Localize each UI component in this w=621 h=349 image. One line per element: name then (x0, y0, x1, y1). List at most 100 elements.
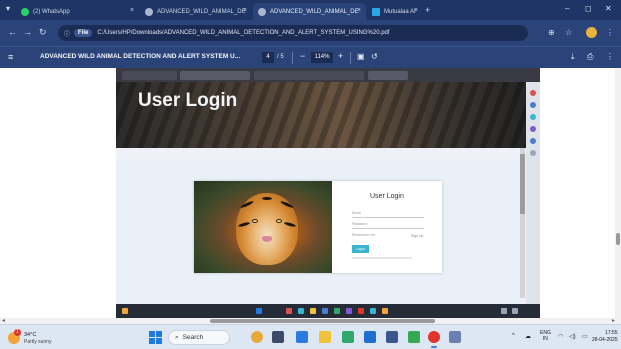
menu-icon[interactable]: ≡ (8, 52, 13, 62)
tab-search-icon[interactable]: ▾ (6, 4, 10, 13)
page-number-input[interactable]: 4 (262, 52, 274, 63)
viewer-scrollbar[interactable] (615, 68, 621, 318)
clock-date: 28-04-2025 (592, 337, 618, 343)
tiger-eye (252, 219, 258, 223)
zoom-input[interactable]: 114% (311, 52, 333, 63)
edge-icon[interactable] (296, 331, 308, 343)
windows-taskbar: 1 34°C Partly sunny ⌕ Search ^ ☁ ENG IN … (0, 324, 621, 349)
close-icon[interactable]: × (414, 7, 418, 14)
search-icon: ⌕ (175, 333, 179, 341)
zoom-icon[interactable]: ⊕ (548, 28, 555, 37)
login-button: Login (352, 245, 369, 253)
app-icon[interactable] (342, 331, 354, 343)
lang-bottom: IN (542, 336, 548, 342)
sidebar-dot (530, 138, 536, 144)
star-icon[interactable]: ☆ (565, 28, 572, 37)
sidebar-dot (530, 102, 536, 108)
login-form: User Login Email Password Remember me Si… (336, 181, 442, 273)
viewer-scroll-thumb[interactable] (616, 233, 620, 245)
embedded-tab (254, 71, 364, 80)
sidebar-dot (530, 126, 536, 132)
embedded-taskbar-icon (512, 308, 518, 314)
battery-icon[interactable]: ▭ (582, 333, 588, 340)
zoom-in-button[interactable]: + (338, 51, 343, 61)
tab-pdf-1[interactable]: ADVANCED_WILD_ANIMAL_DE × (140, 3, 252, 20)
chrome-icon[interactable] (428, 331, 440, 343)
download-icon[interactable]: ⤓ (571, 52, 575, 62)
store-icon[interactable] (364, 331, 376, 343)
fit-page-icon[interactable]: ▣ (357, 52, 365, 61)
zoom-out-button[interactable]: − (300, 51, 305, 61)
browser-tab-strip: ▾ (2) WhatsApp × ADVANCED_WILD_ANIMAL_DE… (0, 0, 621, 20)
fine-print (352, 257, 412, 259)
url-input[interactable]: ⓘ File C:/Users/HP/Downloads/ADVANCED_WI… (58, 25, 528, 41)
app-icon[interactable] (408, 331, 420, 343)
tiger-nose (262, 236, 272, 242)
embedded-scrollbar (520, 148, 525, 298)
language-indicator[interactable]: ENG IN (540, 330, 551, 342)
start-button[interactable] (149, 331, 162, 344)
app-icon (372, 7, 380, 16)
screen: ▾ (2) WhatsApp × ADVANCED_WILD_ANIMAL_DE… (0, 0, 621, 349)
forward-icon[interactable]: → (23, 27, 32, 37)
system-clock[interactable]: 17:55 28-04-2025 (592, 330, 618, 344)
tray-chevron-icon[interactable]: ^ (512, 333, 515, 339)
settings-icon[interactable] (386, 331, 398, 343)
tiger-stripe (262, 197, 272, 200)
tab-pdf-2[interactable]: ADVANCED_WILD_ANIMAL_DE × (253, 3, 366, 20)
close-window-icon[interactable]: ✕ (605, 4, 612, 13)
document-icon (145, 7, 153, 16)
close-icon[interactable]: × (243, 7, 247, 14)
document-icon (258, 7, 266, 16)
embedded-taskbar-icon (122, 308, 128, 314)
new-tab-button[interactable]: + (425, 5, 430, 15)
sidebar-dot (530, 90, 536, 96)
profile-avatar[interactable] (586, 27, 597, 38)
minimize-icon[interactable]: – (565, 4, 569, 13)
embedded-taskbar-icon (382, 308, 388, 314)
embedded-taskbar-icon (370, 308, 376, 314)
form-title: User Login (370, 193, 404, 200)
horizontal-scroll-thumb[interactable] (210, 319, 435, 323)
cloud-icon[interactable]: ☁ (525, 333, 531, 340)
print-icon[interactable]: ⎙ (587, 52, 593, 62)
whatsapp-icon (21, 7, 29, 16)
divider (292, 52, 293, 64)
tab-label: Mutualaa AI (384, 8, 416, 15)
embedded-tab (122, 71, 177, 80)
embedded-taskbar-icon (501, 308, 507, 314)
wifi-icon[interactable]: ◠ (558, 333, 563, 340)
embedded-tab (180, 71, 250, 80)
embedded-taskbar-icon (346, 308, 352, 314)
sidebar-dot (530, 150, 536, 156)
reload-icon[interactable]: ↻ (39, 27, 47, 38)
file-explorer-icon[interactable] (319, 331, 331, 343)
scroll-left-icon[interactable]: ◂ (2, 317, 5, 324)
pdf-title: ADVANCED WILD ANIMAL DETECTION AND ALERT… (40, 53, 241, 60)
rotate-icon[interactable]: ↺ (371, 52, 378, 61)
hero-title: User Login (138, 90, 238, 111)
tab-whatsapp[interactable]: (2) WhatsApp × (16, 3, 139, 20)
divider (350, 52, 351, 64)
embedded-browser-chrome (116, 68, 540, 82)
widgets-icon[interactable] (251, 331, 263, 343)
taskbar-search[interactable]: ⌕ Search (168, 330, 230, 345)
volume-icon[interactable]: ◁) (569, 333, 576, 340)
tab-mutualaa[interactable]: Mutualaa AI × (367, 3, 423, 20)
scroll-right-icon[interactable]: ▸ (612, 317, 615, 324)
more-icon[interactable]: ⋮ (606, 52, 614, 61)
embedded-taskbar-icon (298, 308, 304, 314)
close-icon[interactable]: × (357, 7, 361, 14)
maximize-icon[interactable]: ◻ (585, 4, 592, 13)
embedded-taskbar-icon (286, 308, 292, 314)
weather-condition: Partly sunny (24, 339, 52, 345)
back-icon[interactable]: ← (8, 27, 17, 37)
close-icon[interactable]: × (130, 7, 134, 14)
task-view-icon[interactable] (272, 331, 284, 343)
menu-kebab-icon[interactable]: ⋮ (606, 28, 614, 37)
embedded-taskbar-icon (256, 308, 262, 314)
pdf-viewer[interactable]: User Login User Login Email Password Rem… (0, 68, 621, 318)
password-field: Password (352, 222, 424, 229)
sidebar-dot (530, 114, 536, 120)
app-icon[interactable] (449, 331, 461, 343)
